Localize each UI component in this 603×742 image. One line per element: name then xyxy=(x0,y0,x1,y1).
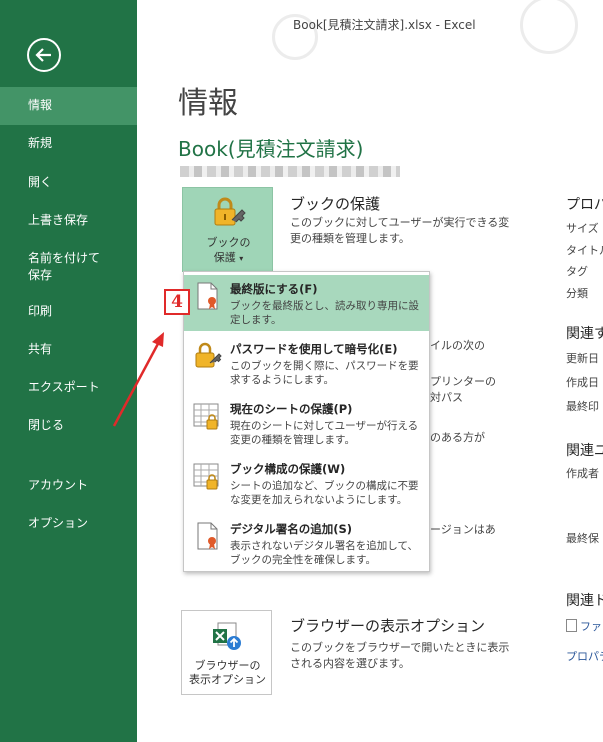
back-arrow-icon xyxy=(35,48,51,62)
lock-key-icon xyxy=(214,197,246,226)
menu-item-description: 現在のシートに対してユーザーが行える変更の種類を管理します。 xyxy=(230,420,419,446)
file-path-blurred xyxy=(180,166,400,177)
menu-item-mark-as-final[interactable]: 最終版にする(F) ブックを最終版とし、読み取り専用に設定します。 xyxy=(184,275,429,331)
document-icon xyxy=(566,619,577,632)
properties-panel: プロパ サイズ タイトル タグ 分類 関連す 更新日 作成日 最終印 関連ユ 作… xyxy=(566,0,603,742)
prop-created-label: 作成日 xyxy=(566,376,599,389)
menu-item-description: このブックを開く際に、パスワードを要求するようにします。 xyxy=(230,360,419,386)
browser-section-title: ブラウザーの表示オプション xyxy=(290,617,486,635)
menu-item-protect-workbook-structure[interactable]: ブック構成の保護(W) シートの追加など、ブックの構成に不要な変更を加えられない… xyxy=(184,455,429,511)
menu-item-title: ブック構成の保護(W) xyxy=(230,462,346,476)
workbook-lock-icon xyxy=(193,463,219,490)
protect-workbook-button[interactable]: ブックの 保護 ▾ xyxy=(182,187,273,272)
annotation-arrow xyxy=(112,332,164,427)
prop-size-label: サイズ xyxy=(566,222,599,235)
protect-section-description: このブックに対してユーザーが実行できる変更の種類を管理します。 xyxy=(290,216,510,245)
background-text: プリンターの xyxy=(430,375,496,388)
step-number-badge: 4 xyxy=(164,289,190,315)
workbook-name: Book(見積注文請求) xyxy=(178,137,364,161)
menu-item-title: 最終版にする(F) xyxy=(230,282,318,296)
prop-tags-label: タグ xyxy=(566,265,588,278)
related-people-heading: 関連ユ xyxy=(566,443,603,459)
background-text: 対パス xyxy=(430,391,463,404)
nav-item-print[interactable]: 印刷 xyxy=(0,303,137,320)
menu-item-title: 現在のシートの保護(P) xyxy=(230,402,353,416)
document-ribbon-icon xyxy=(197,522,218,550)
browser-button-label-2: 表示オプション xyxy=(189,673,266,686)
menu-item-description: ブックを最終版とし、読み取り専用に設定します。 xyxy=(230,300,419,326)
background-text: のある方が xyxy=(430,431,485,444)
prop-updated-label: 更新日 xyxy=(566,352,599,365)
menu-item-description: シートの追加など、ブックの構成に不要な変更を加えられないようにします。 xyxy=(230,480,419,506)
browser-button-label-1: ブラウザーの xyxy=(194,659,261,672)
menu-item-add-digital-signature[interactable]: デジタル署名の追加(S) 表示されないデジタル署名を追加して、ブックの完全性を確… xyxy=(184,515,429,571)
excel-browser-icon xyxy=(213,622,241,650)
prop-printed-label: 最終印 xyxy=(566,400,599,413)
menu-item-title: パスワードを使用して暗号化(E) xyxy=(230,342,398,356)
related-docs-heading: 関連ド xyxy=(566,593,603,609)
sheet-lock-icon xyxy=(193,403,219,430)
menu-item-encrypt-with-password[interactable]: パスワードを使用して暗号化(E) このブックを開く際に、パスワードを要求するよう… xyxy=(184,335,429,391)
open-file-location-link[interactable]: ファ xyxy=(566,618,602,634)
page-title: 情報 xyxy=(178,86,238,121)
background-text: ージョンはあ xyxy=(430,523,496,536)
nav-item-info[interactable]: 情報 xyxy=(0,87,137,125)
nav-item-save-as[interactable]: 名前を付けて 保存 xyxy=(0,250,137,284)
nav-item-open[interactable]: 開く xyxy=(0,174,137,191)
protect-button-label-2: 保護 ▾ xyxy=(213,251,244,264)
lock-key-icon xyxy=(195,342,222,368)
protect-button-label-1: ブックの xyxy=(206,236,251,249)
menu-item-protect-current-sheet[interactable]: 現在のシートの保護(P) 現在のシートに対してユーザーが行える変更の種類を管理し… xyxy=(184,395,429,451)
nav-item-new[interactable]: 新規 xyxy=(0,135,137,152)
nav-item-options[interactable]: オプション xyxy=(0,515,137,532)
properties-heading: プロパ xyxy=(566,197,603,213)
browser-view-options-button[interactable]: ブラウザーの 表示オプション xyxy=(181,610,272,695)
show-all-properties-link[interactable]: プロパテ xyxy=(566,648,603,664)
protect-section-title: ブックの保護 xyxy=(290,195,381,213)
prop-author-label: 作成者 xyxy=(566,467,599,480)
menu-item-title: デジタル署名の追加(S) xyxy=(230,522,353,536)
nav-item-save[interactable]: 上書き保存 xyxy=(0,212,137,229)
dropdown-caret-icon: ▾ xyxy=(239,254,244,263)
prop-category-label: 分類 xyxy=(566,287,588,300)
background-text: イルの次の xyxy=(430,339,485,352)
protect-workbook-menu: 最終版にする(F) ブックを最終版とし、読み取り専用に設定します。 パスワードを… xyxy=(183,271,430,572)
related-dates-heading: 関連す xyxy=(566,326,603,342)
prop-last-modified-label: 最終保 xyxy=(566,532,599,545)
document-ribbon-icon xyxy=(197,282,218,310)
prop-title-label: タイトル xyxy=(566,244,603,257)
menu-item-description: 表示されないデジタル署名を追加して、ブックの完全性を確保します。 xyxy=(230,540,418,566)
window-title: Book[見積注文請求].xlsx - Excel xyxy=(293,18,476,32)
browser-section-description: このブックをブラウザーで開いたときに表示される内容を選びます。 xyxy=(290,641,510,670)
nav-item-account[interactable]: アカウント xyxy=(0,477,137,494)
back-button[interactable] xyxy=(27,38,61,72)
